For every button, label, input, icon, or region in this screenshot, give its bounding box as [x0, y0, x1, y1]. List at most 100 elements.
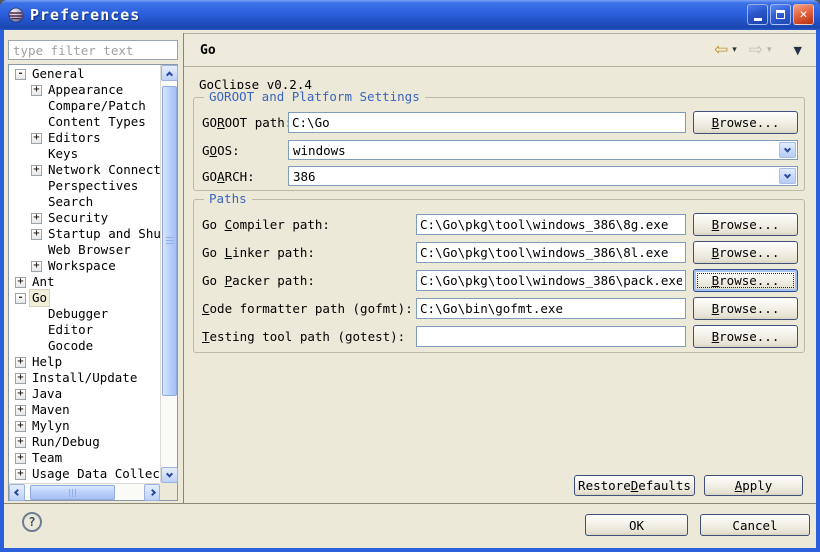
tree-item-help[interactable]: + Help	[9, 354, 160, 370]
collapse-icon[interactable]: -	[15, 69, 26, 80]
tree-item-content-types[interactable]: Content Types	[9, 114, 160, 130]
cancel-button[interactable]: Cancel	[700, 514, 810, 536]
tree-item-label[interactable]: Run/Debug	[30, 434, 102, 450]
tree-item-label[interactable]: Workspace	[46, 258, 118, 274]
view-menu-icon[interactable]: ▼	[794, 44, 802, 57]
tree-item-startup-and-shu[interactable]: + Startup and Shu	[9, 226, 160, 242]
back-dropdown-icon[interactable]: ▾	[732, 45, 737, 55]
code-formatter-path-gofmt-input[interactable]	[416, 298, 686, 319]
expand-icon[interactable]: +	[31, 261, 42, 272]
tree-item-workspace[interactable]: + Workspace	[9, 258, 160, 274]
tree-item-compare-patch[interactable]: Compare/Patch	[9, 98, 160, 114]
tree-item-label[interactable]: Compare/Patch	[46, 98, 148, 114]
goroot-path-input[interactable]	[288, 112, 686, 133]
expand-icon[interactable]: +	[15, 437, 26, 448]
expand-icon[interactable]: +	[31, 165, 42, 176]
tree-item-appearance[interactable]: + Appearance	[9, 82, 160, 98]
tree-horizontal-scrollbar[interactable]	[9, 483, 160, 500]
horizontal-scroll-thumb[interactable]	[30, 485, 115, 500]
tree-item-label[interactable]: Java	[30, 386, 64, 402]
tree-vertical-scrollbar[interactable]	[160, 65, 177, 483]
help-button[interactable]: ?	[22, 512, 42, 532]
expand-icon[interactable]: +	[31, 229, 42, 240]
tree-item-label[interactable]: Usage Data Collect	[30, 466, 160, 482]
tree-item-label[interactable]: Keys	[46, 146, 80, 162]
dropdown-arrow-icon[interactable]	[779, 142, 796, 158]
tree-item-label[interactable]: Debugger	[46, 306, 110, 322]
minimize-button[interactable]	[747, 4, 768, 25]
go-packer-path-input[interactable]	[416, 270, 686, 291]
tree-item-mylyn[interactable]: + Mylyn	[9, 418, 160, 434]
scroll-left-button[interactable]	[9, 484, 25, 501]
forward-dropdown-icon[interactable]: ▾	[767, 45, 772, 55]
tree-item-label[interactable]: Maven	[30, 402, 72, 418]
vertical-scroll-thumb[interactable]	[162, 86, 177, 396]
goroot-browse-button[interactable]: Browse...	[693, 111, 798, 134]
expand-icon[interactable]: +	[15, 421, 26, 432]
tree-item-label[interactable]: Startup and Shu	[46, 226, 160, 242]
tree-item-maven[interactable]: + Maven	[9, 402, 160, 418]
tree-item-usage-data-collect[interactable]: + Usage Data Collect	[9, 466, 160, 482]
maximize-button[interactable]	[770, 4, 791, 25]
tree-item-label[interactable]: General	[30, 66, 87, 82]
tree-item-editor[interactable]: Editor	[9, 322, 160, 338]
tree-item-label[interactable]: Help	[30, 354, 64, 370]
go-packer-path-browse-button[interactable]: Browse...	[693, 269, 798, 292]
tree-item-debugger[interactable]: Debugger	[9, 306, 160, 322]
tree-item-search[interactable]: Search	[9, 194, 160, 210]
tree-item-team[interactable]: + Team	[9, 450, 160, 466]
tree-item-editors[interactable]: +Editors	[9, 130, 160, 146]
tree-item-label[interactable]: Ant	[30, 274, 57, 290]
tree-item-gocode[interactable]: Gocode	[9, 338, 160, 354]
testing-tool-path-gotest-browse-button[interactable]: Browse...	[693, 325, 798, 348]
tree-item-label[interactable]: Mylyn	[30, 418, 72, 434]
tree-item-label[interactable]: Gocode	[46, 338, 95, 354]
tree-item-label[interactable]: Team	[30, 450, 64, 466]
goarch-select[interactable]: 386	[288, 166, 798, 186]
tree-item-label[interactable]: Appearance	[46, 82, 125, 98]
tree-item-label[interactable]: Editor	[46, 322, 95, 338]
tree-item-java[interactable]: + Java	[9, 386, 160, 402]
expand-icon[interactable]: +	[31, 85, 42, 96]
filter-input[interactable]	[8, 40, 178, 60]
tree-item-label[interactable]: Go	[30, 290, 49, 306]
titlebar[interactable]: Preferences ✕	[0, 0, 820, 30]
go-compiler-path-browse-button[interactable]: Browse...	[693, 213, 798, 236]
scroll-right-button[interactable]	[144, 484, 160, 501]
expand-icon[interactable]: +	[15, 405, 26, 416]
go-linker-path-browse-button[interactable]: Browse...	[693, 241, 798, 264]
tree-item-install-update[interactable]: + Install/Update	[9, 370, 160, 386]
tree-item-label[interactable]: Web Browser	[46, 242, 133, 258]
collapse-icon[interactable]: -	[15, 293, 26, 304]
tree-item-perspectives[interactable]: Perspectives	[9, 178, 160, 194]
expand-icon[interactable]: +	[15, 277, 26, 288]
tree-item-label[interactable]: Editors	[46, 130, 103, 146]
expand-icon[interactable]: +	[15, 357, 26, 368]
code-formatter-path-gofmt-browse-button[interactable]: Browse...	[693, 297, 798, 320]
go-linker-path-input[interactable]	[416, 242, 686, 263]
close-button[interactable]: ✕	[793, 4, 814, 25]
forward-icon[interactable]: ⇨	[749, 42, 763, 59]
tree-item-label[interactable]: Security	[46, 210, 110, 226]
tree-item-security[interactable]: +Security	[9, 210, 160, 226]
expand-icon[interactable]: +	[15, 469, 26, 480]
scroll-down-button[interactable]	[161, 467, 178, 483]
dropdown-arrow-icon[interactable]	[779, 168, 796, 184]
expand-icon[interactable]: +	[15, 453, 26, 464]
scroll-up-button[interactable]	[161, 65, 178, 81]
restore-defaults-button[interactable]: Restore Defaults	[574, 475, 695, 496]
go-compiler-path-input[interactable]	[416, 214, 686, 235]
tree-item-label[interactable]: Install/Update	[30, 370, 139, 386]
tree-item-go[interactable]: -Go	[9, 290, 160, 306]
tree-item-network-connect[interactable]: +Network Connect	[9, 162, 160, 178]
tree-item-web-browser[interactable]: Web Browser	[9, 242, 160, 258]
testing-tool-path-gotest-input[interactable]	[416, 326, 686, 347]
tree-item-label[interactable]: Search	[46, 194, 95, 210]
expand-icon[interactable]: +	[15, 389, 26, 400]
back-icon[interactable]: ⇦	[714, 42, 728, 59]
goos-select[interactable]: windows	[288, 140, 798, 160]
tree-item-label[interactable]: Content Types	[46, 114, 148, 130]
expand-icon[interactable]: +	[15, 373, 26, 384]
tree-item-ant[interactable]: + Ant	[9, 274, 160, 290]
tree-item-run-debug[interactable]: + Run/Debug	[9, 434, 160, 450]
